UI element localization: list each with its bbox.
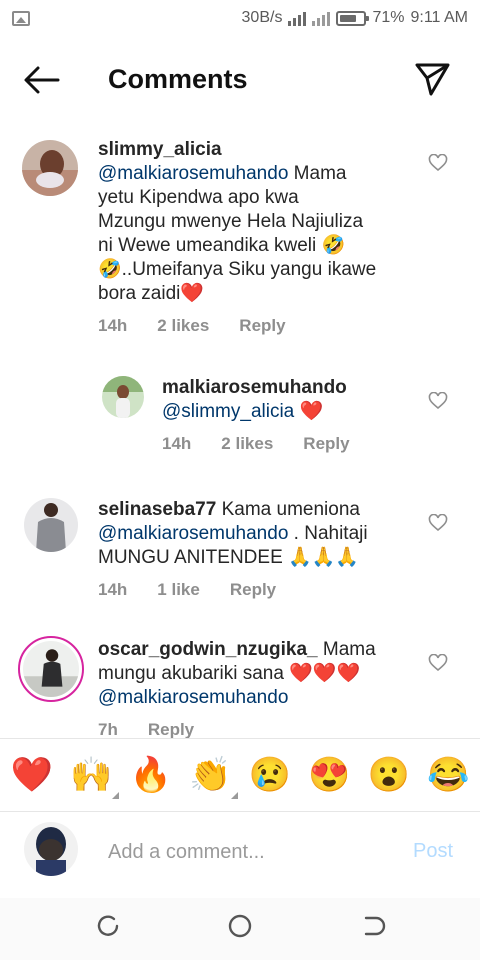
comment-text: . Nahitaji <box>288 523 368 544</box>
home-circle-icon <box>228 914 252 938</box>
comment-text: 🤣..Umeifanya Siku yangu ikawe <box>98 259 377 280</box>
reply-button[interactable]: Reply <box>230 580 276 600</box>
emoji-clap-button[interactable]: 👏 <box>186 755 239 799</box>
comment-time: 7h <box>98 720 118 738</box>
likes-count[interactable]: 2 likes <box>157 316 209 336</box>
signal-icon <box>288 10 307 26</box>
reply-item: malkiarosemuhando @slimmy_alicia ❤️ 14h … <box>0 370 480 470</box>
avatar-photo <box>22 140 78 196</box>
avatar[interactable] <box>24 498 78 552</box>
comment-item: oscar_godwin_nzugika_ Mama mungu akubari… <box>0 634 480 738</box>
network-speed: 30B/s <box>241 9 283 26</box>
comment-meta: 14h 1 like Reply <box>98 580 276 600</box>
avatar-photo <box>24 498 78 552</box>
comment-like-button[interactable] <box>428 513 448 532</box>
post-button[interactable]: Post <box>413 840 453 863</box>
avatar[interactable] <box>102 376 144 418</box>
heart-outline-icon <box>428 153 448 172</box>
comment-username[interactable]: oscar_godwin_nzugika_ <box>98 639 318 660</box>
my-avatar <box>24 822 78 876</box>
heart-outline-icon <box>428 653 448 672</box>
back-system-button[interactable] <box>358 912 386 940</box>
comment-item: selinaseba77 Kama umeniona @malkiarosemu… <box>0 494 480 614</box>
quick-emoji-bar: ❤️ 🙌 🔥 👏 😢 😍 😮 😂 <box>0 738 480 812</box>
comment-text: ni Wewe umeandika kweli 🤣 <box>98 235 346 256</box>
emoji-fire-button[interactable]: 🔥 <box>127 755 175 795</box>
clock: 9:11 AM <box>410 9 468 26</box>
page-title: Comments <box>108 64 248 94</box>
comment-text: Kama umeniona <box>216 499 360 520</box>
signal-icon-2 <box>312 10 331 26</box>
comment-composer: Post <box>0 812 480 898</box>
status-bar: 30B/s 71% 9:11 AM <box>0 0 480 36</box>
back-button[interactable] <box>22 62 62 98</box>
comment-body: selinaseba77 Kama umeniona @malkiarosemu… <box>98 498 418 570</box>
emoji-heart-eyes-button[interactable]: 😍 <box>305 755 353 795</box>
emoji-surprised-button[interactable]: 😮 <box>365 755 413 795</box>
battery-percent: 71% <box>372 9 405 26</box>
likes-count[interactable]: 2 likes <box>221 434 273 454</box>
comment-text: Mama <box>317 639 376 660</box>
comment-like-button[interactable] <box>428 153 448 172</box>
reply-button[interactable]: Reply <box>148 720 194 738</box>
comment-meta: 14h 2 likes Reply <box>162 434 350 454</box>
comment-text: yetu Kipendwa apo kwa <box>98 187 299 208</box>
emoji-clap: 👏 <box>189 756 232 794</box>
header: Comments <box>0 44 480 116</box>
avatar-photo <box>102 376 144 418</box>
emoji-crying-button[interactable]: 😢 <box>246 755 294 795</box>
avatar-photo <box>24 822 78 876</box>
comment-text: ❤️ <box>294 401 324 422</box>
emoji-heart-button[interactable]: ❤️ <box>8 755 56 795</box>
share-button[interactable] <box>412 60 452 98</box>
heart-outline-icon <box>428 513 448 532</box>
comment-text: mungu akubariki sana ❤️❤️❤️ <box>98 663 361 684</box>
system-navigation-bar <box>0 898 480 960</box>
comment-body: slimmy_alicia @malkiarosemuhando Mama ye… <box>98 138 418 306</box>
comment-input[interactable] <box>100 834 400 870</box>
comment-time: 14h <box>98 580 128 599</box>
emoji-raised-hands-button[interactable]: 🙌 <box>67 755 120 799</box>
gallery-notification-icon <box>12 10 30 26</box>
comment-like-button[interactable] <box>428 653 448 672</box>
comment-text: bora zaidi❤️ <box>98 283 205 304</box>
likes-count[interactable]: 1 like <box>157 580 200 600</box>
mention-link[interactable]: @malkiarosemuhando <box>98 523 288 544</box>
reply-button[interactable]: Reply <box>303 434 349 454</box>
comment-time: 14h <box>162 434 192 453</box>
comment-text: Mzungu mwenye Hela Najiuliza <box>98 211 364 232</box>
comment-item: slimmy_alicia @malkiarosemuhando Mama ye… <box>0 136 480 346</box>
avatar-photo <box>23 641 79 697</box>
comment-meta: 14h 2 likes Reply <box>98 316 286 336</box>
battery-icon <box>336 10 370 26</box>
paper-plane-icon <box>415 63 450 96</box>
emoji-laughing-button[interactable]: 😂 <box>424 755 472 795</box>
comment-username[interactable]: selinaseba77 <box>98 499 216 520</box>
emoji-raised-hands: 🙌 <box>70 756 113 794</box>
comment-time: 14h <box>98 316 128 335</box>
home-button[interactable] <box>226 912 254 940</box>
mention-link[interactable]: @malkiarosemuhando <box>98 687 288 708</box>
skin-tone-indicator-icon <box>231 792 239 799</box>
mention-link[interactable]: @slimmy_alicia <box>162 401 294 422</box>
arrow-left-icon <box>24 66 60 94</box>
avatar[interactable] <box>22 140 78 196</box>
back-system-icon <box>364 916 386 936</box>
comment-like-button[interactable] <box>428 391 448 410</box>
comment-body: oscar_godwin_nzugika_ Mama mungu akubari… <box>98 638 418 710</box>
comment-meta: 7h Reply <box>98 720 194 738</box>
recent-apps-icon <box>97 915 119 936</box>
skin-tone-indicator-icon <box>112 792 120 799</box>
recent-apps-button[interactable] <box>94 912 122 940</box>
heart-outline-icon <box>428 391 448 410</box>
avatar[interactable] <box>18 636 84 702</box>
comment-text: Mama <box>288 163 347 184</box>
comment-username[interactable]: slimmy_alicia <box>98 139 222 160</box>
comments-list[interactable]: slimmy_alicia @malkiarosemuhando Mama ye… <box>0 124 480 738</box>
comment-body: malkiarosemuhando @slimmy_alicia ❤️ <box>162 376 422 424</box>
reply-button[interactable]: Reply <box>239 316 285 336</box>
comment-username[interactable]: malkiarosemuhando <box>162 377 347 398</box>
comment-text: MUNGU ANITENDEE 🙏🙏🙏 <box>98 547 359 568</box>
mention-link[interactable]: @malkiarosemuhando <box>98 163 288 184</box>
